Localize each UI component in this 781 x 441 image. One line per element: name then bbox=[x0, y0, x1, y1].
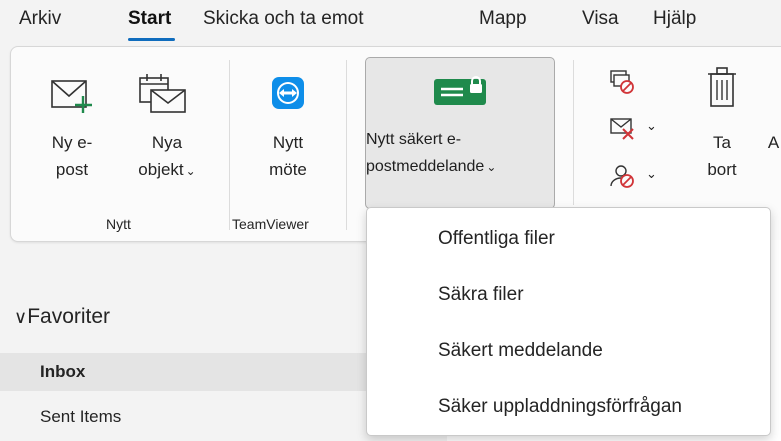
favorites-label: Favoriter bbox=[27, 305, 111, 328]
new-items-label-row: objekt ⌄ bbox=[116, 157, 218, 184]
new-items-label-line2: objekt bbox=[138, 160, 184, 179]
new-email-label-line2: post bbox=[55, 160, 89, 179]
ignore-conversation-icon bbox=[610, 70, 634, 94]
menu-tab-bar: Arkiv Start Skicka och ta emot Mapp Visa… bbox=[0, 0, 781, 46]
chevron-down-icon: ⌄ bbox=[646, 166, 657, 181]
delete-label-line1: Ta bbox=[713, 133, 731, 152]
chevron-down-icon: ⌄ bbox=[646, 118, 657, 133]
new-items-button[interactable]: Nya objekt ⌄ bbox=[116, 66, 218, 196]
new-items-icon bbox=[139, 74, 186, 113]
secure-email-dropdown-menu: Offentliga filer Säkra filer Säkert medd… bbox=[366, 207, 771, 436]
clean-up-button[interactable]: ⌄ bbox=[604, 112, 664, 146]
delete-button[interactable]: Ta bort bbox=[690, 66, 754, 196]
tab-arkiv[interactable]: Arkiv bbox=[19, 8, 61, 30]
tab-hjalp[interactable]: Hjälp bbox=[653, 8, 696, 30]
new-meeting-button[interactable]: Nytt möte bbox=[240, 66, 336, 196]
menu-item-label: Offentliga filer bbox=[438, 228, 555, 249]
clean-up-mail-icon bbox=[610, 118, 634, 140]
new-email-label-line1: Ny e- bbox=[51, 133, 93, 152]
menu-item-secure-message[interactable]: Säkert meddelande bbox=[367, 325, 770, 377]
menu-item-label: Säkra filer bbox=[438, 284, 524, 305]
group-label-new: Nytt bbox=[106, 216, 131, 232]
chevron-down-icon: ∨ bbox=[14, 307, 28, 327]
folder-sent-items[interactable]: Sent Items bbox=[0, 398, 370, 436]
new-secure-email-button[interactable]: Nytt säkert e- postmeddelande ⌄ bbox=[365, 57, 555, 209]
ribbon-separator bbox=[346, 60, 347, 230]
folder-label: Sent Items bbox=[40, 407, 122, 426]
menu-item-secure-files[interactable]: Säkra filer bbox=[367, 269, 770, 321]
archive-label-cut: A bbox=[767, 133, 780, 152]
ignore-button[interactable] bbox=[604, 66, 644, 100]
favorites-header[interactable]: ∨Favoriter bbox=[14, 305, 110, 329]
ribbon-separator bbox=[229, 60, 230, 230]
trash-icon bbox=[708, 67, 736, 107]
folder-inbox[interactable]: Inbox bbox=[0, 353, 370, 391]
archive-button[interactable]: A bbox=[766, 130, 781, 160]
active-tab-indicator bbox=[128, 38, 175, 41]
teamviewer-icon bbox=[272, 77, 304, 109]
new-meeting-label-line2: möte bbox=[269, 160, 307, 179]
new-items-label-line1: Nya bbox=[151, 133, 183, 152]
new-secure-email-label-row: postmeddelande ⌄ bbox=[366, 158, 554, 176]
new-secure-email-label-line1: Nytt säkert e- bbox=[366, 131, 462, 148]
delete-label-line2: bort bbox=[707, 160, 737, 179]
tab-start[interactable]: Start bbox=[128, 8, 171, 30]
new-secure-email-label-line2: postmeddelande bbox=[366, 158, 485, 175]
menu-item-label: Säkert meddelande bbox=[438, 340, 603, 361]
chevron-down-icon: ⌄ bbox=[185, 164, 196, 178]
junk-button[interactable]: ⌄ bbox=[604, 160, 664, 194]
ribbon-separator bbox=[573, 60, 574, 205]
menu-item-secure-upload-request[interactable]: Säker uppladdningsförfrågan bbox=[367, 381, 770, 433]
group-label-teamviewer: TeamViewer bbox=[232, 216, 309, 232]
new-mail-icon bbox=[51, 80, 92, 113]
tab-visa[interactable]: Visa bbox=[582, 8, 619, 30]
new-meeting-label-line1: Nytt bbox=[272, 133, 304, 152]
folder-label: Inbox bbox=[40, 362, 86, 381]
junk-person-icon bbox=[610, 165, 634, 188]
secure-mail-icon bbox=[434, 76, 486, 105]
chevron-down-icon: ⌄ bbox=[486, 160, 497, 174]
menu-item-label: Säker uppladdningsförfrågan bbox=[438, 396, 683, 417]
new-email-button[interactable]: Ny e- post bbox=[32, 66, 112, 196]
tab-skicka-och-ta-emot[interactable]: Skicka och ta emot bbox=[203, 8, 364, 30]
tab-mapp[interactable]: Mapp bbox=[479, 8, 527, 30]
menu-item-public-files[interactable]: Offentliga filer bbox=[367, 213, 770, 265]
